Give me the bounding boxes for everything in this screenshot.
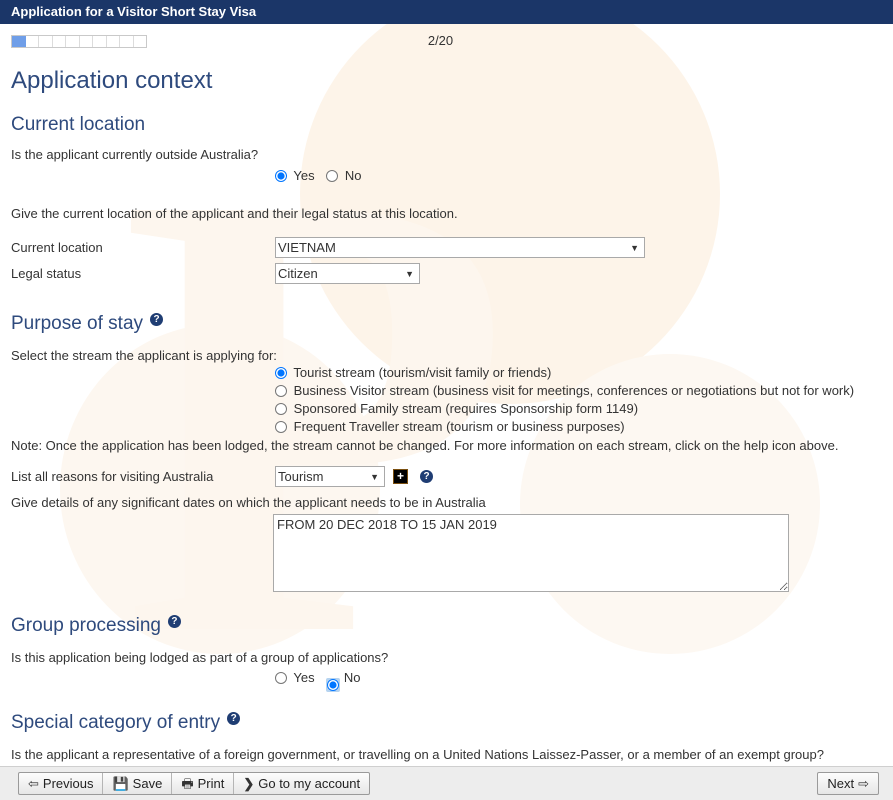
radio-label-stream-tourist: Tourist stream (tourism/visit family or … [293,365,552,380]
save-button[interactable]: 💾 Save [103,773,173,794]
radio-option-outside-australia-yes[interactable]: Yes [275,167,315,185]
select-legal-status[interactable]: Citizen [275,263,420,284]
radio-option-stream-frequent-traveller[interactable]: Frequent Traveller stream (tourism or bu… [275,418,893,436]
select-wrap-current-location: VIETNAM ▼ [275,237,645,258]
radio-option-stream-sponsored-family[interactable]: Sponsored Family stream (requires Sponso… [275,400,893,418]
print-button[interactable]: 🖶 Print [172,773,235,794]
radio-label-stream-frequent-traveller: Frequent Traveller stream (tourism or bu… [293,419,625,434]
previous-button[interactable]: ⇦ Previous [19,773,104,794]
toolbar-button-group-right: Next ⇨ [817,772,879,795]
print-button-label: Print [197,776,225,791]
radio-stream-sponsored-family[interactable] [275,403,287,415]
radio-group-processing-yes[interactable] [275,672,287,684]
radio-stream-business[interactable] [275,385,287,397]
radio-option-outside-australia-no[interactable]: No [326,167,361,185]
radio-option-stream-tourist[interactable]: Tourist stream (tourism/visit family or … [275,364,893,382]
help-icon-group-processing[interactable]: ? [167,615,181,628]
radio-stream-frequent-traveller[interactable] [275,421,287,433]
go-to-my-account-button[interactable]: ❯ Go to my account [234,773,369,794]
section-heading-group-processing: Group processing [11,615,161,636]
section-header-special-category: Special category of entry ? [0,710,893,736]
focus-ring [326,678,341,692]
chevron-right-icon: ❯ [243,776,255,791]
question-special-category: Is the applicant a representative of a f… [11,747,824,762]
question-group-processing: Is this application being lodged as part… [11,650,389,665]
radio-label-yes: Yes [293,168,315,183]
window-title: Application for a Visitor Short Stay Vis… [11,4,257,19]
next-button-label: Next [827,776,855,791]
radio-stream-tourist[interactable] [275,367,287,379]
page-title: Application context [11,67,213,94]
radio-label-no: No [344,168,362,183]
printer-icon: 🖶 [181,776,194,791]
instruction-current-location: Give the current location of the applica… [11,206,458,221]
radio-option-stream-business[interactable]: Business Visitor stream (business visit … [275,382,893,400]
radio-group-stream: Tourist stream (tourism/visit family or … [0,364,893,436]
help-icon-special-category[interactable]: ? [227,712,241,725]
bottom-toolbar: ⇦ Previous 💾 Save 🖶 Print ❯ Go to my account… [0,766,893,800]
select-reasons[interactable]: Tourism [275,466,385,487]
progress-row: 2/20 [0,24,893,66]
radio-label-stream-sponsored-family: Sponsored Family stream (requires Sponso… [293,401,639,416]
radio-group-outside-australia: Yes No [0,167,893,185]
floppy-disk-icon: 💾 [112,776,129,791]
question-outside-australia: Is the applicant currently outside Austr… [11,147,259,162]
section-heading-current-location: Current location [11,114,146,135]
radio-label-yes: Yes [293,670,315,685]
section-heading-special-category: Special category of entry [11,712,221,733]
save-button-label: Save [132,776,163,791]
label-current-location: Current location [11,240,103,255]
previous-button-label: Previous [42,776,94,791]
note-stream-cannot-be-changed: Note: Once the application has been lodg… [11,438,839,453]
section-header-purpose-of-stay: Purpose of stay ? [0,311,893,337]
radio-outside-australia-no[interactable] [326,170,339,182]
field-row-current-location: Current location VIETNAM ▼ [0,236,893,259]
radio-label-no: No [343,670,361,685]
toolbar-button-group-left: ⇦ Previous 💾 Save 🖶 Print ❯ Go to my account [18,772,371,795]
radio-label-stream-business: Business Visitor stream (business visit … [293,383,855,398]
prompt-select-stream: Select the stream the applicant is apply… [11,348,277,363]
field-row-reasons: List all reasons for visiting Australia … [0,465,893,488]
label-significant-dates: Give details of any significant dates on… [11,495,486,510]
radio-option-group-processing-no[interactable]: No [326,669,360,692]
select-wrap-legal-status: Citizen ▼ [275,263,420,284]
label-legal-status: Legal status [11,266,82,281]
section-heading-purpose-of-stay: Purpose of stay [11,313,144,334]
section-header-group-processing: Group processing ? [0,613,893,639]
select-wrap-reasons: Tourism ▼ [275,466,385,487]
textarea-wrap-significant-dates [0,514,893,595]
go-to-my-account-label: Go to my account [258,776,361,791]
page-counter: 2/20 [427,33,454,48]
field-row-legal-status: Legal status Citizen ▼ [0,262,893,285]
radio-outside-australia-yes[interactable] [275,170,287,182]
add-reason-button[interactable]: + [393,469,408,484]
select-current-location[interactable]: VIETNAM [275,237,645,258]
radio-group-group-processing: Yes No [0,669,893,692]
help-icon-reasons[interactable]: ? [420,470,433,483]
textarea-significant-dates[interactable] [273,514,789,592]
arrow-right-icon: ⇨ [858,776,869,791]
radio-group-processing-no[interactable] [327,679,340,691]
arrow-left-icon: ⇦ [28,776,39,791]
next-button[interactable]: Next ⇨ [818,773,878,794]
help-icon-purpose-of-stay[interactable]: ? [150,313,164,326]
radio-option-group-processing-yes[interactable]: Yes [275,669,315,687]
window-title-bar: Application for a Visitor Short Stay Vis… [0,0,893,24]
label-reasons: List all reasons for visiting Australia [11,469,214,484]
